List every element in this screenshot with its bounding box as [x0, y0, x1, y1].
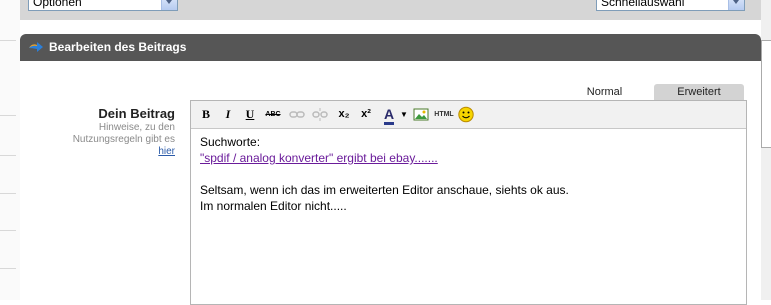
content-line: Seltsam, wenn ich das im erweiterten Edi… [200, 183, 569, 197]
font-color-label: A [383, 106, 395, 125]
font-color-button[interactable]: A [380, 106, 398, 125]
content-line: Suchworte: [200, 135, 261, 149]
gutter-divider [0, 115, 16, 116]
bold-button[interactable]: B [199, 107, 213, 122]
panel-header: Bearbeiten des Beitrags [20, 34, 761, 61]
gutter-divider [0, 193, 16, 194]
chevron-down-icon[interactable] [161, 0, 177, 10]
field-label: Dein Beitrag [98, 106, 175, 121]
content-line: Im normalen Editor nicht..... [200, 199, 347, 213]
chevron-down-icon[interactable]: ▼ [400, 107, 408, 122]
tab-normal[interactable]: Normal [555, 84, 654, 100]
page-gutter [0, 0, 20, 300]
scroll-gutter [761, 0, 771, 300]
rules-link[interactable]: hier [158, 146, 175, 157]
link-icon[interactable] [289, 107, 305, 122]
gutter-divider [0, 268, 16, 269]
side-panel-edge [761, 40, 771, 148]
top-toolbar: Optionen Schnellauswahl [20, 0, 761, 20]
italic-button[interactable]: I [221, 107, 235, 122]
arrow-right-icon [29, 42, 43, 52]
underline-button[interactable]: U [243, 107, 257, 122]
gutter-divider [0, 155, 16, 156]
gutter-divider [0, 40, 16, 41]
quick-select-value: Schnellauswahl [601, 0, 685, 9]
options-select[interactable]: Optionen [28, 0, 178, 11]
editor-content[interactable]: Suchworte: "spdif / analog konverter" er… [200, 134, 740, 214]
quick-select[interactable]: Schnellauswahl [596, 0, 745, 11]
unlink-icon[interactable] [312, 107, 328, 122]
editor-toolbar: B I U ABC x₂ x² A ▼ HTML [191, 101, 746, 129]
field-hint-text: Hinweise, zu den Nutzungsregeln gibt es [72, 122, 175, 145]
panel-title: Bearbeiten des Beitrags [49, 40, 187, 54]
smiley-icon[interactable] [458, 106, 474, 123]
tab-advanced[interactable]: Erweitert [654, 84, 744, 100]
subscript-button[interactable]: x₂ [335, 107, 353, 122]
post-editor[interactable]: B I U ABC x₂ x² A ▼ HTML Suchworte: "spd… [190, 100, 747, 305]
strikethrough-button[interactable]: ABC [263, 107, 283, 122]
content-link[interactable]: "spdif / analog konverter" ergibt bei eb… [200, 150, 740, 166]
image-icon[interactable] [413, 107, 429, 122]
gutter-divider [0, 230, 16, 231]
html-button[interactable]: HTML [433, 107, 455, 122]
options-select-value: Optionen [33, 0, 82, 9]
field-hint: Hinweise, zu den Nutzungsregeln gibt es … [30, 122, 175, 158]
superscript-button[interactable]: x² [357, 107, 375, 122]
chevron-down-icon[interactable] [728, 0, 744, 10]
